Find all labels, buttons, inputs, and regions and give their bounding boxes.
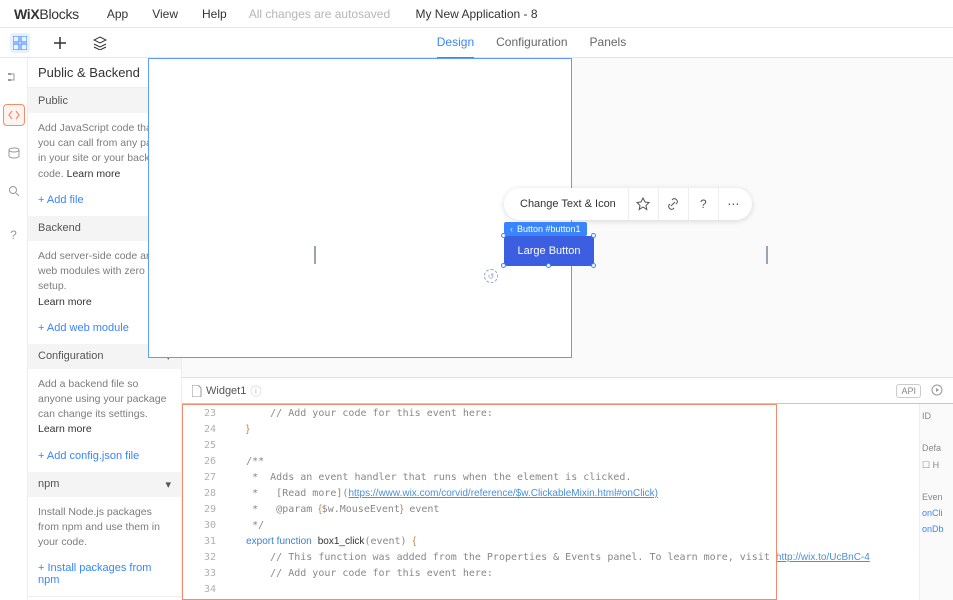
logo: WiXBlocks [14,6,79,22]
section-readme[interactable]: README [28,596,181,600]
selection-handle[interactable] [501,263,506,268]
selection-handle[interactable] [546,263,551,268]
layers-icon[interactable] [90,33,110,53]
ruler-left [314,246,316,264]
widgets-icon[interactable] [10,33,30,53]
selection-handle[interactable] [501,233,506,238]
rail-code-icon[interactable] [3,104,25,126]
code-gutter: 232425262728293031323334 [182,404,222,600]
code-editor[interactable]: 232425262728293031323334 // Add your cod… [182,403,953,600]
rail-search-icon[interactable] [3,180,25,202]
props-events-label: Even [922,489,951,505]
top-menu: App View Help [107,7,227,21]
top-bar: WiXBlocks App View Help All changes are … [0,0,953,28]
mode-tabs: Design Configuration Panels [437,27,626,59]
learn-more-link[interactable]: Learn more [67,168,121,180]
rail-database-icon[interactable] [3,142,25,164]
menu-help[interactable]: Help [202,7,227,21]
left-rail: ? [0,58,28,600]
file-icon [192,385,202,397]
rail-structure-icon[interactable] [3,66,25,88]
ruler-right [766,246,768,264]
canvas-wrap: Change Text & Icon ? ⋯ ‹Button #button1 … [182,58,953,600]
learn-more-link[interactable]: Learn more [38,296,92,308]
link-icon[interactable] [658,188,688,220]
selected-button-element[interactable]: Large Button [504,236,594,266]
menu-view[interactable]: View [152,7,178,21]
canvas-area[interactable]: Change Text & Icon ? ⋯ ‹Button #button1 … [182,58,953,377]
menu-app[interactable]: App [107,7,128,21]
install-npm-link[interactable]: + Install packages from npm [28,558,181,596]
learn-more-link[interactable]: Learn more [38,423,92,435]
autosave-status: All changes are autosaved [249,7,390,21]
tab-design[interactable]: Design [437,27,474,59]
event-ondblclick[interactable]: onDb [922,521,951,537]
rotate-handle-icon[interactable]: ↺ [484,269,498,283]
section-npm[interactable]: npm▾ [28,472,181,497]
animation-icon[interactable] [628,188,658,220]
section-config-body: Add a backend file so anyone using your … [28,369,181,446]
change-text-button[interactable]: Change Text & Icon [508,198,628,210]
info-icon[interactable]: ⓘ [250,383,261,399]
section-npm-body: Install Node.js packages from npm and us… [28,497,181,559]
help-icon[interactable]: ? [688,188,718,220]
selection-handle[interactable] [591,233,596,238]
element-toolbar: Change Text & Icon ? ⋯ [504,188,752,220]
code-file-tab[interactable]: Widget1 ⓘ [192,383,261,399]
event-onclick[interactable]: onCli [922,505,951,521]
props-id-label: ID [922,408,951,424]
selection-handle[interactable] [591,263,596,268]
props-default-label: Defa [922,440,951,456]
rail-help-icon[interactable]: ? [3,224,25,246]
chevron-down-icon: ▾ [165,478,171,491]
properties-panel: ID Defa ☐ H Even onCli onDb [919,404,953,600]
add-config-link[interactable]: + Add config.json file [28,446,181,472]
api-button[interactable]: API [896,384,921,398]
app-title: My New Application - 8 [415,7,537,21]
props-hidden-checkbox[interactable]: ☐ H [922,457,951,473]
run-icon[interactable] [931,384,943,398]
code-header: Widget1 ⓘ API [182,377,953,403]
element-tag[interactable]: ‹Button #button1 [504,222,587,236]
add-icon[interactable] [50,33,70,53]
more-icon[interactable]: ⋯ [718,188,748,220]
second-bar: Design Configuration Panels [0,28,953,58]
tab-panels[interactable]: Panels [590,27,627,59]
tab-configuration[interactable]: Configuration [496,27,567,59]
code-content[interactable]: // Add your code for this event here: } … [222,404,919,600]
